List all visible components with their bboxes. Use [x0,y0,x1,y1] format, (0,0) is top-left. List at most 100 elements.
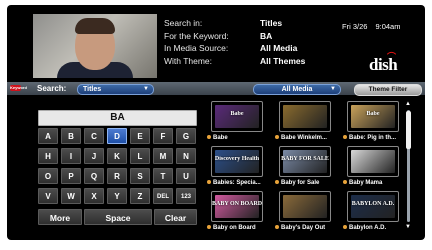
result-logo: BABY ON BOARD [212,201,262,207]
date-time: Fri 3/26 9:04am [342,22,400,31]
result-tile[interactable]: Baby Mama [343,145,407,189]
result-title: Baby's Day Out [275,224,339,232]
search-criteria-values: Titles BA All Media All Themes [260,17,305,67]
result-tile[interactable]: Babe Winkelm... [275,100,339,144]
result-title: Babe Winkelm... [275,134,339,142]
key-x[interactable]: X [84,188,104,204]
key-m[interactable]: M [153,148,173,164]
bullet-icon [207,135,211,139]
result-tile[interactable]: Babe Babe: Pig in th... [343,100,407,144]
key-s[interactable]: S [130,168,150,184]
search-type-value: Titles [83,85,102,93]
key-l[interactable]: L [130,148,150,164]
key-r[interactable]: R [107,168,127,184]
key-q[interactable]: Q [84,168,104,184]
result-title: Baby for Sale [275,179,339,187]
key-del[interactable]: DEL [153,188,173,204]
result-tile[interactable]: Baby's Day Out [275,190,339,234]
bullet-icon [275,135,279,139]
key-u[interactable]: U [176,168,196,184]
key-z[interactable]: Z [130,188,150,204]
result-title-text: Babe: Pig in th... [349,135,397,141]
key-f[interactable]: F [153,128,173,144]
result-thumbnail: Babe [211,101,263,132]
tv-screen: Search in: For the Keyword: In Media Sou… [7,5,425,240]
key-n[interactable]: N [176,148,196,164]
theme-label: With Theme: [164,55,213,66]
key-t[interactable]: T [153,168,173,184]
key-123[interactable]: 123 [176,188,196,204]
result-thumbnail: BABY FOR SALE [279,146,331,177]
result-thumbnail [279,191,331,222]
result-logo: Babe [230,111,244,117]
key-v[interactable]: V [38,188,58,204]
clear-key[interactable]: Clear [154,209,197,225]
result-title: Babies: Specia... [207,179,271,187]
result-title-text: Baby's Day Out [281,225,326,231]
search-in-label: Search in: [164,18,203,28]
result-title: Babe: Pig in th... [343,134,407,142]
result-tile[interactable]: BABY FOR SALE Baby for Sale [275,145,339,189]
key-b[interactable]: B [61,128,81,144]
result-logo: Discovery Health [214,156,260,162]
key-g[interactable]: G [176,128,196,144]
key-d[interactable]: D [107,128,127,144]
result-title-text: Babe Winkelm... [281,135,327,141]
result-logo: BABY FOR SALE [281,156,329,162]
result-tile[interactable]: BABY ON BOARD Baby on Board [207,190,271,234]
search-in-value: Titles [260,18,283,28]
dropdown-arrow-icon: ▼ [143,85,149,92]
space-key[interactable]: Space [84,209,152,225]
key-w[interactable]: W [61,188,81,204]
result-title: Babe [207,134,271,142]
result-tile[interactable]: BABYLON A.D. Babylon A.D. [343,190,407,234]
more-key[interactable]: More [38,209,82,225]
result-title-text: Babe [213,135,228,141]
scroll-up-icon[interactable]: ▲ [405,101,411,107]
key-h[interactable]: H [38,148,58,164]
search-toolbar: Keyword Search: Titles ▼ All Media ▼ The… [7,82,425,96]
key-p[interactable]: P [61,168,81,184]
bullet-icon [275,225,279,229]
key-i[interactable]: I [61,148,81,164]
media-source-label: In Media Source: [164,43,229,53]
scrollbar-thumb[interactable] [406,111,411,149]
bullet-icon [275,180,279,184]
search-type-dropdown[interactable]: Titles ▼ [77,83,154,95]
key-j[interactable]: J [84,148,104,164]
date-text: Fri 3/26 [342,22,368,31]
key-c[interactable]: C [84,128,104,144]
result-thumbnail [279,101,331,132]
key-y[interactable]: Y [107,188,127,204]
media-source-value: All Media [260,43,298,53]
record-badge-icon: Keyword [10,85,27,91]
result-tile[interactable]: Discovery Health Babies: Specia... [207,145,271,189]
dish-logo: dish ⌒ [369,52,398,74]
time-text: 9:04am [375,22,401,31]
key-o[interactable]: O [38,168,58,184]
bullet-icon [343,180,347,184]
search-criteria-labels: Search in: For the Keyword: In Media Sou… [164,17,229,67]
result-thumbnail [347,146,399,177]
result-title: Baby on Board [207,224,271,232]
dropdown-arrow-icon: ▼ [330,85,336,92]
search-query-field[interactable]: BA [38,110,197,126]
keyword-label: For the Keyword: [164,30,229,41]
result-thumbnail: BABYLON A.D. [347,191,399,222]
keyword-value: BA [260,30,273,41]
live-tv-preview [33,14,157,78]
result-title-text: Babylon A.D. [349,225,387,231]
result-thumbnail: Discovery Health [211,146,263,177]
result-thumbnail: BABY ON BOARD [211,191,263,222]
key-a[interactable]: A [38,128,58,144]
theme-value: All Themes [260,55,306,66]
result-tile[interactable]: Babe Babe [207,100,271,144]
theme-filter-button[interactable]: Theme Filter [354,83,422,96]
media-source-dropdown-value: All Media [281,85,313,93]
result-logo: BABYLON A.D. [351,201,395,207]
scroll-down-icon[interactable]: ▼ [405,224,411,230]
key-e[interactable]: E [130,128,150,144]
result-title-text: Babies: Specia... [213,180,261,186]
media-source-dropdown[interactable]: All Media ▼ [253,83,341,95]
key-k[interactable]: K [107,148,127,164]
